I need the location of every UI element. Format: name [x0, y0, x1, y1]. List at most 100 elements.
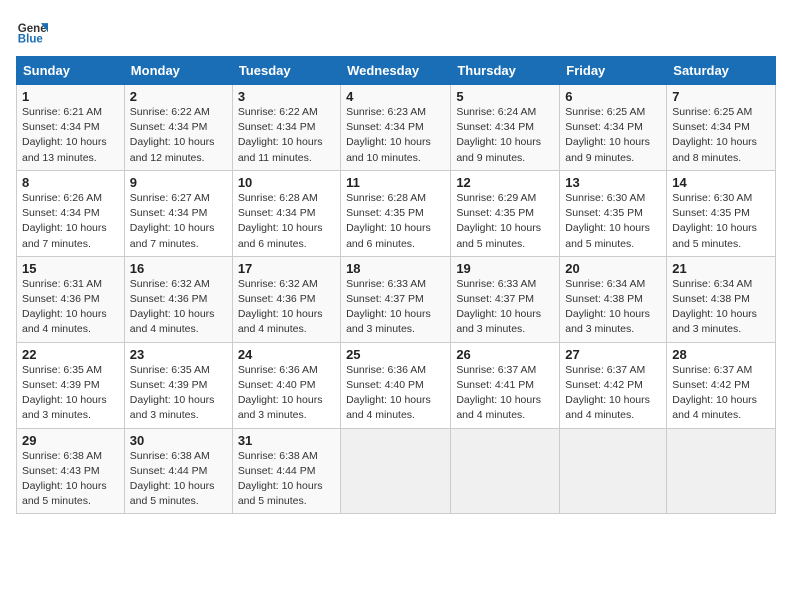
day-info: Sunrise: 6:32 AM Sunset: 4:36 PM Dayligh…: [130, 277, 227, 338]
day-cell: 20Sunrise: 6:34 AM Sunset: 4:38 PM Dayli…: [560, 256, 667, 342]
day-cell: 5Sunrise: 6:24 AM Sunset: 4:34 PM Daylig…: [451, 85, 560, 171]
day-cell: [341, 428, 451, 514]
day-info: Sunrise: 6:23 AM Sunset: 4:34 PM Dayligh…: [346, 105, 445, 166]
day-number: 15: [22, 261, 119, 276]
day-number: 5: [456, 89, 554, 104]
day-info: Sunrise: 6:32 AM Sunset: 4:36 PM Dayligh…: [238, 277, 335, 338]
day-cell: 12Sunrise: 6:29 AM Sunset: 4:35 PM Dayli…: [451, 170, 560, 256]
day-number: 22: [22, 347, 119, 362]
day-cell: 11Sunrise: 6:28 AM Sunset: 4:35 PM Dayli…: [341, 170, 451, 256]
day-info: Sunrise: 6:24 AM Sunset: 4:34 PM Dayligh…: [456, 105, 554, 166]
day-info: Sunrise: 6:37 AM Sunset: 4:42 PM Dayligh…: [565, 363, 661, 424]
day-cell: 14Sunrise: 6:30 AM Sunset: 4:35 PM Dayli…: [667, 170, 776, 256]
day-info: Sunrise: 6:28 AM Sunset: 4:35 PM Dayligh…: [346, 191, 445, 252]
svg-text:Blue: Blue: [18, 34, 44, 46]
day-cell: 3Sunrise: 6:22 AM Sunset: 4:34 PM Daylig…: [232, 85, 340, 171]
day-info: Sunrise: 6:26 AM Sunset: 4:34 PM Dayligh…: [22, 191, 119, 252]
day-cell: 26Sunrise: 6:37 AM Sunset: 4:41 PM Dayli…: [451, 342, 560, 428]
day-info: Sunrise: 6:37 AM Sunset: 4:41 PM Dayligh…: [456, 363, 554, 424]
day-cell: 7Sunrise: 6:25 AM Sunset: 4:34 PM Daylig…: [667, 85, 776, 171]
week-row-2: 15Sunrise: 6:31 AM Sunset: 4:36 PM Dayli…: [17, 256, 776, 342]
day-info: Sunrise: 6:34 AM Sunset: 4:38 PM Dayligh…: [565, 277, 661, 338]
day-cell: 4Sunrise: 6:23 AM Sunset: 4:34 PM Daylig…: [341, 85, 451, 171]
header-cell-tuesday: Tuesday: [232, 57, 340, 85]
day-cell: 30Sunrise: 6:38 AM Sunset: 4:44 PM Dayli…: [124, 428, 232, 514]
day-cell: 13Sunrise: 6:30 AM Sunset: 4:35 PM Dayli…: [560, 170, 667, 256]
day-info: Sunrise: 6:25 AM Sunset: 4:34 PM Dayligh…: [672, 105, 770, 166]
calendar-table: SundayMondayTuesdayWednesdayThursdayFrid…: [16, 56, 776, 514]
day-cell: 28Sunrise: 6:37 AM Sunset: 4:42 PM Dayli…: [667, 342, 776, 428]
day-number: 12: [456, 175, 554, 190]
day-number: 13: [565, 175, 661, 190]
day-info: Sunrise: 6:38 AM Sunset: 4:44 PM Dayligh…: [238, 449, 335, 510]
day-cell: 18Sunrise: 6:33 AM Sunset: 4:37 PM Dayli…: [341, 256, 451, 342]
day-info: Sunrise: 6:22 AM Sunset: 4:34 PM Dayligh…: [238, 105, 335, 166]
day-info: Sunrise: 6:35 AM Sunset: 4:39 PM Dayligh…: [22, 363, 119, 424]
day-cell: 27Sunrise: 6:37 AM Sunset: 4:42 PM Dayli…: [560, 342, 667, 428]
header-cell-monday: Monday: [124, 57, 232, 85]
day-number: 8: [22, 175, 119, 190]
header-cell-sunday: Sunday: [17, 57, 125, 85]
day-number: 1: [22, 89, 119, 104]
day-cell: 17Sunrise: 6:32 AM Sunset: 4:36 PM Dayli…: [232, 256, 340, 342]
day-number: 21: [672, 261, 770, 276]
day-cell: 2Sunrise: 6:22 AM Sunset: 4:34 PM Daylig…: [124, 85, 232, 171]
week-row-4: 29Sunrise: 6:38 AM Sunset: 4:43 PM Dayli…: [17, 428, 776, 514]
day-cell: 10Sunrise: 6:28 AM Sunset: 4:34 PM Dayli…: [232, 170, 340, 256]
page-header: General Blue: [16, 16, 776, 48]
day-info: Sunrise: 6:31 AM Sunset: 4:36 PM Dayligh…: [22, 277, 119, 338]
header-cell-wednesday: Wednesday: [341, 57, 451, 85]
day-info: Sunrise: 6:37 AM Sunset: 4:42 PM Dayligh…: [672, 363, 770, 424]
day-cell: 15Sunrise: 6:31 AM Sunset: 4:36 PM Dayli…: [17, 256, 125, 342]
day-number: 26: [456, 347, 554, 362]
day-cell: 21Sunrise: 6:34 AM Sunset: 4:38 PM Dayli…: [667, 256, 776, 342]
day-number: 28: [672, 347, 770, 362]
day-cell: 29Sunrise: 6:38 AM Sunset: 4:43 PM Dayli…: [17, 428, 125, 514]
day-number: 6: [565, 89, 661, 104]
header-row: SundayMondayTuesdayWednesdayThursdayFrid…: [17, 57, 776, 85]
day-number: 23: [130, 347, 227, 362]
day-number: 29: [22, 433, 119, 448]
day-number: 16: [130, 261, 227, 276]
week-row-3: 22Sunrise: 6:35 AM Sunset: 4:39 PM Dayli…: [17, 342, 776, 428]
day-info: Sunrise: 6:35 AM Sunset: 4:39 PM Dayligh…: [130, 363, 227, 424]
day-cell: 25Sunrise: 6:36 AM Sunset: 4:40 PM Dayli…: [341, 342, 451, 428]
day-cell: 16Sunrise: 6:32 AM Sunset: 4:36 PM Dayli…: [124, 256, 232, 342]
day-info: Sunrise: 6:36 AM Sunset: 4:40 PM Dayligh…: [346, 363, 445, 424]
header-cell-friday: Friday: [560, 57, 667, 85]
day-info: Sunrise: 6:34 AM Sunset: 4:38 PM Dayligh…: [672, 277, 770, 338]
day-number: 2: [130, 89, 227, 104]
day-cell: 24Sunrise: 6:36 AM Sunset: 4:40 PM Dayli…: [232, 342, 340, 428]
day-number: 4: [346, 89, 445, 104]
day-info: Sunrise: 6:33 AM Sunset: 4:37 PM Dayligh…: [346, 277, 445, 338]
header-cell-saturday: Saturday: [667, 57, 776, 85]
day-info: Sunrise: 6:38 AM Sunset: 4:43 PM Dayligh…: [22, 449, 119, 510]
day-cell: 1Sunrise: 6:21 AM Sunset: 4:34 PM Daylig…: [17, 85, 125, 171]
day-number: 25: [346, 347, 445, 362]
week-row-1: 8Sunrise: 6:26 AM Sunset: 4:34 PM Daylig…: [17, 170, 776, 256]
logo: General Blue: [16, 16, 48, 48]
day-info: Sunrise: 6:30 AM Sunset: 4:35 PM Dayligh…: [565, 191, 661, 252]
day-info: Sunrise: 6:27 AM Sunset: 4:34 PM Dayligh…: [130, 191, 227, 252]
day-number: 31: [238, 433, 335, 448]
day-cell: 6Sunrise: 6:25 AM Sunset: 4:34 PM Daylig…: [560, 85, 667, 171]
day-number: 3: [238, 89, 335, 104]
day-number: 18: [346, 261, 445, 276]
logo-icon: General Blue: [16, 16, 48, 48]
week-row-0: 1Sunrise: 6:21 AM Sunset: 4:34 PM Daylig…: [17, 85, 776, 171]
day-info: Sunrise: 6:25 AM Sunset: 4:34 PM Dayligh…: [565, 105, 661, 166]
day-number: 7: [672, 89, 770, 104]
day-number: 27: [565, 347, 661, 362]
day-cell: 31Sunrise: 6:38 AM Sunset: 4:44 PM Dayli…: [232, 428, 340, 514]
day-cell: 22Sunrise: 6:35 AM Sunset: 4:39 PM Dayli…: [17, 342, 125, 428]
day-info: Sunrise: 6:21 AM Sunset: 4:34 PM Dayligh…: [22, 105, 119, 166]
day-cell: [667, 428, 776, 514]
day-number: 20: [565, 261, 661, 276]
day-info: Sunrise: 6:33 AM Sunset: 4:37 PM Dayligh…: [456, 277, 554, 338]
day-cell: [451, 428, 560, 514]
header-cell-thursday: Thursday: [451, 57, 560, 85]
day-number: 17: [238, 261, 335, 276]
day-cell: 19Sunrise: 6:33 AM Sunset: 4:37 PM Dayli…: [451, 256, 560, 342]
day-info: Sunrise: 6:30 AM Sunset: 4:35 PM Dayligh…: [672, 191, 770, 252]
day-info: Sunrise: 6:36 AM Sunset: 4:40 PM Dayligh…: [238, 363, 335, 424]
